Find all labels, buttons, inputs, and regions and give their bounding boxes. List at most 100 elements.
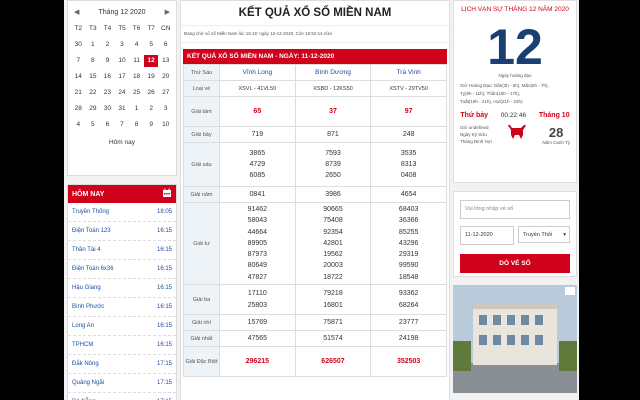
schedule-time: 16:15 xyxy=(156,304,172,310)
calendar-day[interactable]: 7 xyxy=(71,55,86,67)
schedule-row[interactable]: Điện Toán 6x36 16:15 xyxy=(68,260,176,279)
prize-cell: 248 xyxy=(370,126,447,143)
prize-number: 68403 xyxy=(398,205,419,213)
left-column: ◀ Tháng 12 2020 ▶ T2 T3 T4 T5 T6 T7 CN 30 1 2 3 4 5 6… xyxy=(67,0,177,400)
good-hours: Giờ Hoàng Đạo: Dần(3h - 5h), Mão(5h - 7h… xyxy=(460,83,549,104)
next-month-icon[interactable]: ▶ xyxy=(165,8,170,16)
calendar-day[interactable]: 28 xyxy=(71,103,86,115)
calendar-day[interactable]: 25 xyxy=(129,87,144,99)
calendar-day[interactable]: 8 xyxy=(86,55,101,67)
province-header[interactable]: Vĩnh Long xyxy=(219,64,296,81)
chevron-down-icon: ▾ xyxy=(563,232,566,238)
province-header[interactable]: Trà Vinh xyxy=(370,64,447,81)
prize-label: Giải ba xyxy=(183,284,220,315)
calendar-day[interactable]: 1 xyxy=(129,103,144,115)
calendar-day[interactable]: 5 xyxy=(144,39,159,51)
lunar-title[interactable]: LỊCH VẠN SỰ THÁNG 12 NĂM 2020 xyxy=(454,1,576,13)
calendar-day[interactable]: 7 xyxy=(115,119,130,131)
schedule-name[interactable]: Long An xyxy=(72,323,94,329)
calendar-day[interactable]: 10 xyxy=(115,55,130,67)
calendar-day[interactable]: 3 xyxy=(158,103,173,115)
prize-number: 3535 xyxy=(400,149,417,157)
calendar-day[interactable]: 11 xyxy=(129,55,144,67)
schedule-row[interactable]: Bình Phước 16:15 xyxy=(68,298,176,317)
calendar-day[interactable]: 1 xyxy=(86,39,101,51)
schedule-name[interactable]: Đắk Nông xyxy=(72,361,99,367)
today-button[interactable]: Hôm nay xyxy=(68,139,176,146)
schedule-name[interactable]: Điện Toán 6x36 xyxy=(72,266,114,272)
schedule-row[interactable]: TPHCM 16:15 xyxy=(68,336,176,355)
calendar-day[interactable]: 4 xyxy=(129,39,144,51)
calendar-day[interactable]: 30 xyxy=(71,39,86,51)
schedule-row[interactable]: Long An 16:15 xyxy=(68,317,176,336)
province-header[interactable]: Bình Dương xyxy=(294,64,372,81)
calendar-day[interactable]: 12 xyxy=(143,55,159,67)
calendar-day[interactable]: 13 xyxy=(158,55,173,67)
calendar-day[interactable]: 10 xyxy=(158,119,173,131)
calendar-day[interactable]: 21 xyxy=(71,87,86,99)
prev-month-icon[interactable]: ◀ xyxy=(74,8,79,16)
calendar-day[interactable]: 26 xyxy=(144,87,159,99)
schedule-name[interactable]: Bình Phước xyxy=(72,304,104,310)
calendar-day[interactable]: 5 xyxy=(86,119,101,131)
calendar-day[interactable]: 14 xyxy=(71,71,86,83)
calendar-day[interactable]: 22 xyxy=(86,87,101,99)
calendar-day[interactable]: 30 xyxy=(100,103,115,115)
schedule-name[interactable]: Truyền Thống xyxy=(72,209,109,215)
calendar-day[interactable]: 3 xyxy=(115,39,130,51)
schedule-row[interactable]: Đắk Nông 17:15 xyxy=(68,355,176,374)
calendar-day[interactable]: 16 xyxy=(100,71,115,83)
schedule-name[interactable]: Điện Toán 123 xyxy=(72,228,111,234)
schedule-row[interactable]: Truyền Thống 18:05 xyxy=(68,203,176,222)
schedule-name[interactable]: Thần Tài 4 xyxy=(72,247,101,253)
calendar-day[interactable]: 2 xyxy=(100,39,115,51)
prize-cell: 51574 xyxy=(294,330,372,347)
date-input[interactable]: 11-12-2020 xyxy=(460,226,514,245)
calendar-day[interactable]: 2 xyxy=(144,103,159,115)
calendar-day[interactable]: 19 xyxy=(144,71,159,83)
schedule-name[interactable]: Hậu Giang xyxy=(72,285,101,291)
prize-cell: 91462 58043 44664 89905 87973 80649 47827 xyxy=(219,202,296,285)
schedule-time: 17:15 xyxy=(156,380,172,386)
prize-cell: 97 xyxy=(370,96,447,127)
prize-cell: 90665 75408 92354 42801 19562 20003 18722 xyxy=(294,202,372,285)
calendar-day[interactable]: 6 xyxy=(158,39,173,51)
weekday-header: T4 xyxy=(103,25,112,32)
prize-number: 42801 xyxy=(323,239,343,247)
schedule-row[interactable]: Hậu Giang 16:15 xyxy=(68,279,176,298)
calendar-day[interactable]: 18 xyxy=(129,71,144,83)
station-select[interactable]: Truyền Thối ▾ xyxy=(518,226,570,243)
prize-number: 352503 xyxy=(396,357,421,365)
prize-cell: 7593 8739 2650 xyxy=(294,142,372,187)
schedule-row[interactable]: Thần Tài 4 16:15 xyxy=(68,241,176,260)
prize-number: 0408 xyxy=(400,172,417,180)
check-ticket-button[interactable]: DÒ VÉ SỐ xyxy=(460,254,570,273)
calendar-day[interactable]: 6 xyxy=(100,119,115,131)
prize-cell: 719 xyxy=(219,126,296,143)
prize-number: 37 xyxy=(329,107,337,115)
calendar-day[interactable]: 20 xyxy=(158,71,173,83)
calendar-day[interactable]: 23 xyxy=(100,87,115,99)
calendar-day[interactable]: 31 xyxy=(115,103,130,115)
prize-label: Giải nhất xyxy=(183,330,220,347)
schedule-name[interactable]: Quảng Ngãi xyxy=(72,380,104,386)
calendar-day[interactable]: 27 xyxy=(158,87,173,99)
schedule-row[interactable]: Đà Nẵng17:15 xyxy=(68,393,176,400)
calendar-day[interactable]: 9 xyxy=(100,55,115,67)
schedule-name[interactable]: TPHCM xyxy=(72,342,93,348)
prize-number: 23777 xyxy=(398,318,419,326)
schedule-time: 16:15 xyxy=(156,247,172,253)
schedule-row[interactable]: Quảng Ngãi 17:15 xyxy=(68,374,176,393)
calendar-day[interactable]: 9 xyxy=(144,119,159,131)
prize-cell: 23777 xyxy=(370,314,447,331)
calendar-day[interactable]: 29 xyxy=(86,103,101,115)
calendar-day[interactable]: 17 xyxy=(115,71,130,83)
calendar-day[interactable]: 8 xyxy=(129,119,144,131)
calendar-day[interactable]: 24 xyxy=(115,87,130,99)
calendar-day[interactable]: 4 xyxy=(71,119,86,131)
schedule-row[interactable]: Điện Toán 123 16:15 xyxy=(68,222,176,241)
ticket-number-input[interactable]: Vui lòng nhập vé số xyxy=(460,200,570,219)
prize-number: 20003 xyxy=(323,262,343,270)
calendar-day[interactable]: 15 xyxy=(86,71,101,83)
advertisement[interactable] xyxy=(453,285,577,393)
